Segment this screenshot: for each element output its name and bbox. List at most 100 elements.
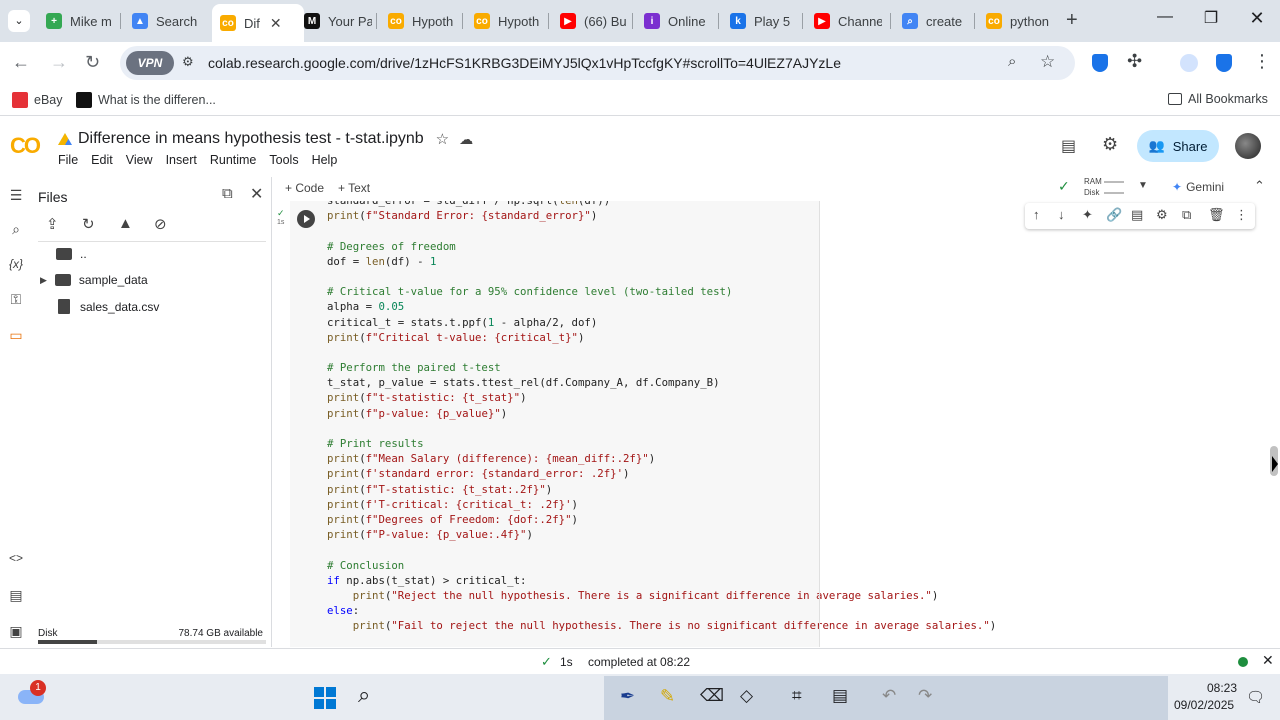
code-line[interactable]: standard_error = std_diff / np.sqrt(len(… — [327, 201, 996, 208]
forward-icon[interactable]: → — [50, 52, 68, 73]
windows-start-icon[interactable] — [314, 687, 336, 709]
bookmark-star-icon[interactable]: ☆ — [1040, 52, 1055, 72]
code-line[interactable]: # Print results — [327, 436, 996, 451]
browser-menu-icon[interactable]: ⋮ — [1253, 51, 1271, 72]
shield-icon[interactable] — [1092, 54, 1108, 72]
code-line[interactable]: critical_t = stats.t.ppf(1 - alpha/2, do… — [327, 315, 996, 330]
comments-icon[interactable]: ▤ — [1061, 136, 1076, 156]
code-line[interactable]: # Perform the paired t-test — [327, 360, 996, 375]
link-icon[interactable]: 🔗 — [1106, 207, 1122, 223]
code-line[interactable]: if np.abs(t_stat) > critical_t: — [327, 573, 996, 588]
settings-gear-icon[interactable]: ⚙ — [1102, 134, 1118, 155]
code-line[interactable]: else: — [327, 603, 996, 618]
hide-files-icon[interactable]: ⊘ — [154, 215, 167, 233]
code-line[interactable]: # Degrees of freedom — [327, 239, 996, 254]
command-palette-icon[interactable]: ▤ — [6, 587, 26, 607]
search-icon[interactable]: ⌕ — [6, 221, 26, 241]
url-text[interactable]: colab.research.google.com/drive/1zHcFS1K… — [208, 55, 841, 71]
browser-tab[interactable]: co Hypoth — [380, 6, 464, 36]
code-cell[interactable]: ✓ 1s standard_error = std_diff / np.sqrt… — [272, 201, 1267, 647]
browser-tab[interactable]: M Your Pa — [296, 6, 380, 36]
text-extract-icon[interactable]: ▤ — [832, 686, 848, 706]
menu-runtime[interactable]: Runtime — [210, 153, 257, 167]
cloud-icon[interactable]: ☁ — [459, 131, 473, 148]
code-line[interactable] — [327, 223, 996, 238]
secrets-key-icon[interactable]: ⚿ — [6, 291, 26, 311]
minimize-icon[interactable]: — — [1142, 8, 1188, 26]
eraser-icon[interactable]: ⌫ — [700, 686, 724, 706]
undo-icon[interactable]: ↶ — [882, 686, 896, 706]
browser-tab[interactable]: k Play 5 — [722, 6, 806, 36]
pen-icon[interactable]: ✒ — [620, 686, 635, 707]
menu-tools[interactable]: Tools — [269, 153, 298, 167]
code-line[interactable] — [327, 542, 996, 557]
mirror-cell-icon[interactable]: ⧉ — [1182, 207, 1191, 223]
taskbar-search-icon[interactable]: ⌕ — [358, 682, 370, 708]
reload-icon[interactable]: ↻ — [85, 52, 100, 73]
code-line[interactable]: print("Fail to reject the null hypothesi… — [327, 618, 996, 633]
sparkle-icon[interactable]: ✦ — [1082, 207, 1093, 223]
code-line[interactable]: print(f"P-value: {p_value:.4f}") — [327, 527, 996, 542]
back-icon[interactable]: ← — [12, 52, 30, 73]
open-in-tab-icon[interactable]: ⧉ — [222, 185, 233, 202]
table-of-contents-icon[interactable]: ☰ — [6, 187, 26, 207]
code-line[interactable]: alpha = 0.05 — [327, 299, 996, 314]
code-line[interactable]: t_stat, p_value = stats.ttest_rel(df.Com… — [327, 375, 996, 390]
add-code-button[interactable]: + Code — [285, 181, 324, 195]
highlighter-icon[interactable]: ✎ — [660, 686, 675, 707]
terminal-icon[interactable]: ▣ — [6, 623, 26, 643]
menu-view[interactable]: View — [126, 153, 153, 167]
close-tab-icon[interactable]: ✕ — [270, 15, 282, 32]
all-bookmarks[interactable]: All Bookmarks — [1168, 92, 1268, 106]
more-options-icon[interactable]: ⋮ — [1235, 207, 1248, 223]
code-line[interactable]: # Conclusion — [327, 558, 996, 573]
vpn-badge[interactable]: VPN — [126, 51, 174, 75]
menu-file[interactable]: File — [58, 153, 78, 167]
colab-logo[interactable]: CO — [10, 133, 41, 159]
browser-tab[interactable]: + Mike m — [38, 6, 122, 36]
file-row-file[interactable]: sales_data.csv — [56, 299, 159, 314]
avatar[interactable] — [1235, 133, 1261, 159]
profile-icon[interactable] — [1180, 54, 1198, 72]
notifications-icon[interactable]: 🗨 — [1246, 688, 1265, 706]
comment-icon[interactable]: ▤ — [1131, 207, 1143, 223]
code-line[interactable] — [327, 421, 996, 436]
notebook-title[interactable]: Difference in means hypothesis test - t-… — [78, 130, 424, 148]
code-line[interactable]: # Critical t-value for a 95% confidence … — [327, 284, 996, 299]
code-line[interactable] — [327, 269, 996, 284]
browser-tab[interactable]: ⌕ create — [894, 6, 978, 36]
run-cell-button[interactable] — [297, 210, 315, 228]
crop-icon[interactable]: ⌗ — [792, 686, 802, 706]
resources-dropdown-icon[interactable]: ▼ — [1138, 180, 1148, 191]
close-status-icon[interactable]: ✕ — [1262, 652, 1274, 669]
file-row-folder[interactable]: ▶ sample_data — [40, 273, 148, 287]
files-folder-icon[interactable]: ▭ — [6, 327, 26, 347]
share-button[interactable]: 👥 Share — [1137, 130, 1219, 162]
code-snippets-icon[interactable]: <> — [6, 551, 26, 571]
code-editor-text[interactable]: standard_error = std_diff / np.sqrt(len(… — [327, 201, 996, 633]
redo-icon[interactable]: ↷ — [918, 686, 932, 706]
code-line[interactable]: print(f"p-value: {p_value}") — [327, 406, 996, 421]
shapes-icon[interactable]: ◇ — [740, 686, 753, 706]
delete-icon[interactable]: 🗑 — [1208, 207, 1225, 223]
star-icon[interactable]: ☆ — [436, 130, 449, 148]
code-line[interactable]: print(f"Degrees of Freedom: {dof:.2f}") — [327, 512, 996, 527]
move-up-icon[interactable]: ↑ — [1033, 207, 1040, 222]
menu-help[interactable]: Help — [312, 153, 338, 167]
add-text-button[interactable]: + Text — [338, 181, 370, 195]
variables-icon[interactable]: {x} — [6, 257, 26, 277]
browser-tab[interactable]: ▲ Search — [124, 6, 208, 36]
ram-label[interactable]: RAM — [1084, 177, 1102, 186]
upload-icon[interactable]: ⇪ — [46, 215, 59, 233]
site-settings-icon[interactable]: ⚙ — [182, 54, 194, 70]
code-line[interactable]: print(f"Critical t-value: {critical_t}") — [327, 330, 996, 345]
bookmark-ebay[interactable]: eBay — [12, 92, 63, 108]
menu-insert[interactable]: Insert — [166, 153, 197, 167]
extensions-icon[interactable]: ✣ — [1127, 51, 1142, 72]
menu-edit[interactable]: Edit — [91, 153, 113, 167]
close-panel-icon[interactable]: ✕ — [250, 184, 263, 204]
code-line[interactable]: print(f"t-statistic: {t_stat}") — [327, 390, 996, 405]
tab-search-dropdown[interactable]: ⌄ — [8, 10, 30, 32]
browser-tab[interactable]: ▶ Channe — [806, 6, 890, 36]
code-line[interactable]: print("Reject the null hypothesis. There… — [327, 588, 996, 603]
